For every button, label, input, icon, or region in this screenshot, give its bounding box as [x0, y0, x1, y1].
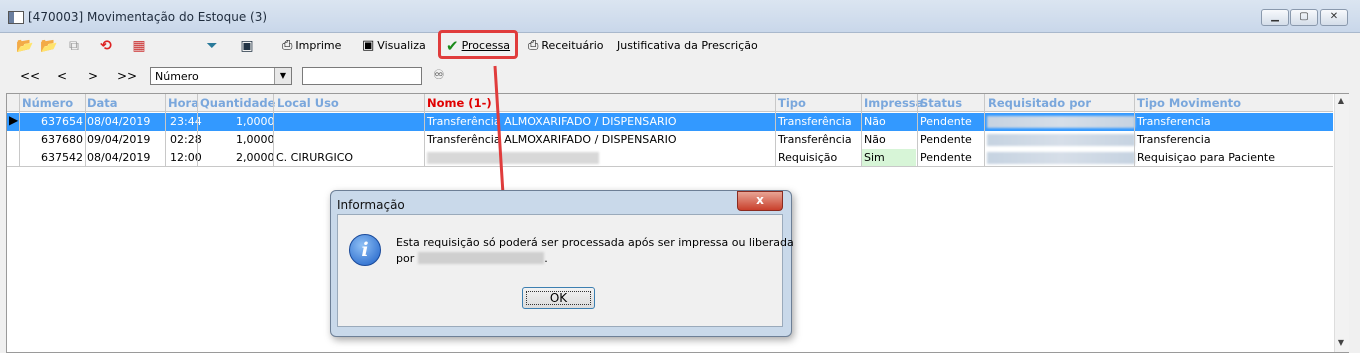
maximize-button[interactable]: ▢: [1290, 9, 1318, 26]
column-header-impressa[interactable]: Impressa: [864, 96, 923, 110]
binoculars-icon[interactable]: ♾: [433, 68, 445, 83]
cell-impressa: Não: [864, 115, 886, 128]
cell-nome: Transferência ALMOXARIFADO / DISPENSARIO: [427, 115, 677, 128]
cell-status: Pendente: [920, 151, 972, 164]
column-header-nome[interactable]: Nome (1-): [427, 96, 492, 110]
cell-tipo-movimento: Requisiçao para Paciente: [1137, 151, 1276, 164]
column-header-status[interactable]: Status: [920, 96, 962, 110]
cell-data: 08/04/2019: [87, 115, 151, 128]
column-header-numero[interactable]: Número: [22, 96, 73, 110]
vertical-scrollbar[interactable]: [1334, 94, 1349, 352]
cell-tipo-movimento: Transferencia: [1137, 115, 1211, 128]
cell-impressa: Não: [864, 133, 886, 146]
redacted-requisitado: [987, 134, 1135, 146]
info-icon: i: [349, 234, 381, 266]
column-header-tipo[interactable]: Tipo: [778, 96, 806, 110]
redacted-name: [418, 252, 544, 264]
scroll-up-icon[interactable]: ▲: [1334, 96, 1348, 110]
cell-status: Pendente: [920, 115, 972, 128]
cell-data: 08/04/2019: [87, 151, 151, 164]
current-row-indicator-icon: ▶: [9, 113, 19, 127]
column-header-hora[interactable]: Hora: [168, 96, 199, 110]
dialog-title: Informação: [337, 198, 405, 212]
column-header-requisitado-por[interactable]: Requisitado por: [988, 96, 1091, 110]
calendar-icon[interactable]: ▦: [130, 37, 148, 55]
cell-numero: 637680: [41, 133, 83, 146]
cell-tipo: Requisição: [778, 151, 838, 164]
cell-nome: Transferência ALMOXARIFADO / DISPENSARIO: [427, 133, 677, 146]
cell-quantidade: 1,0000: [236, 133, 275, 146]
printer-icon: ⎙: [528, 38, 539, 53]
app-icon: [8, 11, 24, 24]
justificativa-button[interactable]: Justificativa da Prescrição: [617, 36, 758, 56]
close-window-button[interactable]: ✕: [1320, 9, 1348, 26]
printer-icon: ⎙: [282, 38, 293, 53]
dialog-close-button[interactable]: x: [737, 191, 783, 211]
monitor-icon: ▣: [362, 38, 375, 53]
redacted-requisitado: [987, 152, 1135, 164]
cell-impressa: Sim: [864, 151, 885, 164]
search-field-select[interactable]: Número ▼: [150, 67, 292, 85]
cell-data: 09/04/2019: [87, 133, 151, 146]
prev-record-button[interactable]: <: [57, 69, 67, 83]
column-header-tipo-movimento[interactable]: Tipo Movimento: [1137, 96, 1241, 110]
cell-local-uso: C. CIRURGICO: [276, 151, 354, 164]
checkmark-icon: ✔: [446, 37, 459, 55]
dialog-message-line1: Esta requisição só poderá ser processada…: [396, 236, 794, 249]
cell-numero: 637542: [41, 151, 83, 164]
cell-status: Pendente: [920, 133, 972, 146]
redacted-requisitado: [987, 116, 1135, 128]
cell-tipo-movimento: Transferencia: [1137, 133, 1211, 146]
next-record-button[interactable]: >: [88, 69, 98, 83]
open-folder-2-icon[interactable]: 📂: [40, 37, 58, 55]
imprime-button[interactable]: ⎙ Imprime: [282, 36, 341, 56]
first-record-button[interactable]: <<: [20, 69, 40, 83]
dialog-body: [337, 214, 783, 327]
filter-icon[interactable]: ⏷: [203, 37, 221, 55]
ok-button[interactable]: OK: [522, 287, 595, 309]
cell-quantidade: 2,0000: [236, 151, 275, 164]
monitor-icon[interactable]: ▣: [238, 37, 256, 55]
column-header-local-uso[interactable]: Local Uso: [277, 96, 339, 110]
receituario-button[interactable]: ⎙ Receituário: [528, 36, 604, 56]
cell-tipo: Transferência: [778, 133, 852, 146]
chevron-down-icon[interactable]: ▼: [274, 68, 291, 84]
cell-tipo: Transferência: [778, 115, 852, 128]
copy-icon[interactable]: ⧉: [65, 37, 83, 55]
cell-numero: 637654: [41, 115, 83, 128]
refresh-icon[interactable]: ⟲: [97, 37, 115, 55]
scroll-down-icon[interactable]: ▼: [1334, 338, 1348, 352]
minimize-button[interactable]: ▁: [1261, 9, 1289, 26]
search-input[interactable]: [302, 67, 422, 85]
column-header-quantidade[interactable]: Quantidade: [200, 96, 275, 110]
processa-button[interactable]: ✔ Processa: [446, 36, 510, 56]
column-header-data[interactable]: Data: [87, 96, 118, 110]
open-folder-icon[interactable]: 📂: [16, 37, 34, 55]
last-record-button[interactable]: >>: [117, 69, 137, 83]
cell-quantidade: 1,0000: [236, 115, 275, 128]
window-title: [470003] Movimentação do Estoque (3): [28, 10, 268, 24]
visualiza-button[interactable]: ▣ Visualiza: [362, 36, 426, 56]
